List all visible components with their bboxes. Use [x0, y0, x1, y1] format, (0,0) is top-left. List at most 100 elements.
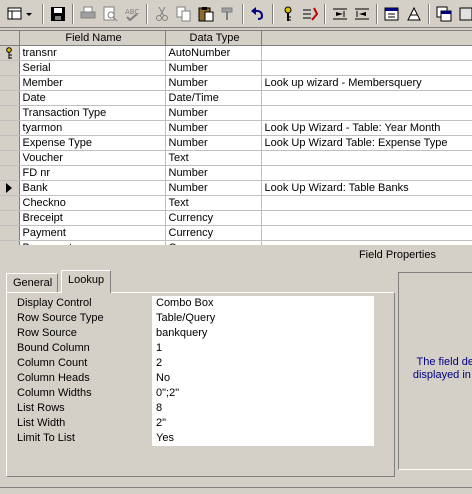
- property-value[interactable]: bankquery: [152, 326, 374, 341]
- field-name-cell[interactable]: Serial: [19, 60, 166, 76]
- data-type-cell[interactable]: Date/Time: [165, 90, 262, 106]
- row-selector[interactable]: [0, 210, 20, 226]
- row-selector[interactable]: [0, 90, 20, 106]
- property-value[interactable]: Combo Box: [152, 296, 374, 311]
- table-row[interactable]: Transaction Type Number: [0, 105, 472, 121]
- table-design-grid: Field Name Data Type transnr AutoNumber Se…: [0, 30, 472, 246]
- field-name-cell[interactable]: Expense Type: [19, 135, 166, 151]
- property-value[interactable]: 0";2": [152, 386, 374, 401]
- data-type-cell[interactable]: Number: [165, 135, 262, 151]
- property-row: Column Widths 0";2": [14, 386, 374, 401]
- table-row[interactable]: Checkno Text: [0, 195, 472, 211]
- table-row[interactable]: Voucher Text: [0, 150, 472, 166]
- table-row[interactable]: Serial Number: [0, 60, 472, 76]
- row-selector[interactable]: [0, 150, 20, 166]
- row-selector[interactable]: [0, 120, 20, 136]
- copy-button[interactable]: [174, 4, 194, 24]
- data-type-cell[interactable]: Number: [165, 180, 262, 196]
- save-button[interactable]: [48, 4, 68, 24]
- row-selector[interactable]: [0, 105, 20, 121]
- description-cell[interactable]: Look Up Wizard Table: Expense Type: [261, 135, 472, 151]
- description-cell[interactable]: Look Up Wizard - Table: Year Month: [261, 120, 472, 136]
- property-value[interactable]: No: [152, 371, 374, 386]
- row-selector[interactable]: [0, 75, 20, 91]
- data-type-cell[interactable]: Number: [165, 120, 262, 136]
- table-row[interactable]: Date Date/Time: [0, 90, 472, 106]
- data-type-cell[interactable]: Number: [165, 105, 262, 121]
- data-type-cell[interactable]: Currency: [165, 210, 262, 226]
- indexes-button[interactable]: [300, 4, 320, 24]
- description-cell[interactable]: [261, 90, 472, 106]
- table-row[interactable]: FD nr Number: [0, 165, 472, 181]
- insert-rows-button[interactable]: [330, 4, 350, 24]
- data-type-cell[interactable]: Number: [165, 165, 262, 181]
- print-preview-button[interactable]: [100, 4, 120, 24]
- field-name-cell[interactable]: Bank: [19, 180, 166, 196]
- table-row[interactable]: transnr AutoNumber: [0, 45, 472, 61]
- field-name-cell[interactable]: FD nr: [19, 165, 166, 181]
- paste-button[interactable]: [196, 4, 216, 24]
- new-object-button[interactable]: [456, 4, 472, 24]
- build-button[interactable]: [404, 4, 424, 24]
- view-button[interactable]: [6, 4, 36, 24]
- field-name-cell[interactable]: Date: [19, 90, 166, 106]
- description-cell[interactable]: [261, 105, 472, 121]
- description-cell[interactable]: [261, 210, 472, 226]
- field-name-cell[interactable]: Checkno: [19, 195, 166, 211]
- cut-button[interactable]: [152, 4, 172, 24]
- table-row[interactable]: Breceipt Currency: [0, 210, 472, 226]
- description-cell[interactable]: Look Up Wizard: Table Banks: [261, 180, 472, 196]
- row-selector[interactable]: [0, 135, 20, 151]
- data-type-cell[interactable]: Text: [165, 150, 262, 166]
- database-window-button[interactable]: [434, 4, 454, 24]
- row-selector[interactable]: [0, 165, 20, 181]
- data-type-cell[interactable]: Number: [165, 60, 262, 76]
- row-selector[interactable]: [0, 45, 20, 61]
- property-value[interactable]: 2": [152, 416, 374, 431]
- field-name-cell[interactable]: Breceipt: [19, 210, 166, 226]
- field-name-cell[interactable]: Payment: [19, 225, 166, 241]
- format-painter-button[interactable]: [218, 4, 238, 24]
- table-row[interactable]: Expense Type Number Look Up Wizard Table: …: [0, 135, 472, 151]
- data-type-cell[interactable]: Text: [165, 195, 262, 211]
- property-value[interactable]: 8: [152, 401, 374, 416]
- property-value[interactable]: Table/Query: [152, 311, 374, 326]
- field-properties-title: Field Properties: [358, 249, 436, 261]
- description-cell[interactable]: [261, 225, 472, 241]
- properties-button[interactable]: [382, 4, 402, 24]
- property-value[interactable]: 2: [152, 356, 374, 371]
- data-type-cell[interactable]: Number: [165, 75, 262, 91]
- table-row[interactable]: Member Number Look up wizard - Membersquer…: [0, 75, 472, 91]
- description-cell[interactable]: [261, 60, 472, 76]
- row-selector[interactable]: [0, 225, 20, 241]
- description-cell[interactable]: [261, 150, 472, 166]
- field-name-cell[interactable]: transnr: [19, 45, 166, 61]
- table-row[interactable]: tyarmon Number Look Up Wizard - Table: Yea…: [0, 120, 472, 136]
- field-name-cell[interactable]: Member: [19, 75, 166, 91]
- data-type-cell[interactable]: AutoNumber: [165, 45, 262, 61]
- row-selector[interactable]: [0, 180, 20, 196]
- property-value[interactable]: 1: [152, 341, 374, 356]
- field-name-cell[interactable]: Voucher: [19, 150, 166, 166]
- tab-lookup[interactable]: Lookup: [61, 270, 111, 293]
- data-type-cell[interactable]: Currency: [165, 225, 262, 241]
- field-name-cell[interactable]: tyarmon: [19, 120, 166, 136]
- description-cell[interactable]: [261, 195, 472, 211]
- row-selector[interactable]: [0, 195, 20, 211]
- tab-general[interactable]: General: [6, 273, 58, 292]
- description-cell[interactable]: [261, 165, 472, 181]
- description-cell[interactable]: Look up wizard - Membersquery: [261, 75, 472, 91]
- delete-rows-button[interactable]: [352, 4, 372, 24]
- row-selector[interactable]: [0, 60, 20, 76]
- undo-button[interactable]: [248, 4, 268, 24]
- description-cell[interactable]: [261, 45, 472, 61]
- toolbar-separator: [376, 4, 378, 24]
- property-value[interactable]: Yes: [152, 431, 374, 446]
- field-name-cell[interactable]: Transaction Type: [19, 105, 166, 121]
- print-button[interactable]: [78, 4, 98, 24]
- spelling-button[interactable]: ABC: [122, 4, 142, 24]
- help-box: The field des displayed in th: [398, 272, 472, 470]
- table-row[interactable]: Payment Currency: [0, 225, 472, 241]
- primary-key-button[interactable]: [278, 4, 298, 24]
- table-row[interactable]: Bank Number Look Up Wizard: Table Banks: [0, 180, 472, 196]
